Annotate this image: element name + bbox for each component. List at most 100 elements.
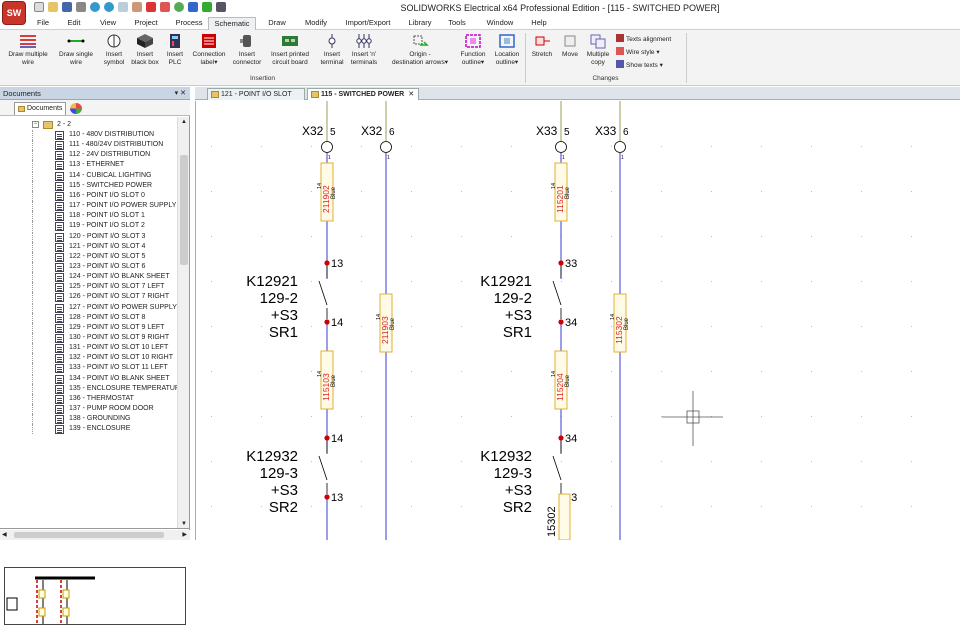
contact-terminal-dot bbox=[558, 260, 564, 266]
tree-document-item[interactable]: 112 - 24V DISTRIBUTION bbox=[0, 150, 177, 161]
draw-single-wire-button[interactable]: Draw single wire bbox=[53, 33, 99, 67]
menu-view[interactable]: View bbox=[94, 17, 122, 30]
tree-document-item[interactable]: 138 - GROUNDING bbox=[0, 414, 177, 425]
grid-dot bbox=[611, 281, 612, 282]
scroll-thumb[interactable] bbox=[180, 155, 188, 265]
tree-document-item[interactable]: 118 - POINT I/O SLOT 1 bbox=[0, 211, 177, 222]
menu-modify[interactable]: Modify bbox=[299, 17, 333, 30]
tree-document-item[interactable]: 121 - POINT I/O SLOT 4 bbox=[0, 241, 177, 252]
tree-document-item[interactable]: 117 - POINT I/O POWER SUPPLY bbox=[0, 201, 177, 212]
tab-documents[interactable]: Documents bbox=[14, 102, 66, 115]
tree-document-item[interactable]: 114 - CUBICAL LIGHTING bbox=[0, 170, 177, 181]
tree-document-item[interactable]: 113 - ETHERNET bbox=[0, 160, 177, 171]
grid-dot bbox=[361, 461, 362, 462]
scroll-right-icon[interactable]: ▶ bbox=[182, 531, 187, 538]
ribbon-button-label: wire bbox=[70, 59, 82, 66]
insert-plc-button[interactable]: Insert PLC bbox=[162, 33, 188, 67]
tree-document-item[interactable]: 110 - 480V DISTRIBUTION bbox=[0, 130, 177, 140]
wire-spec: 14 bbox=[551, 371, 557, 377]
tree-guide-line bbox=[32, 343, 33, 354]
tree-document-item[interactable]: 116 - POINT I/O SLOT 0 bbox=[0, 190, 177, 201]
tree-document-item[interactable]: 131 - POINT I/O SLOT 10 LEFT bbox=[0, 343, 177, 354]
tree-guide-line bbox=[32, 424, 33, 435]
menu-schematic[interactable]: Schematic bbox=[208, 17, 256, 30]
tree-document-item[interactable]: 136 - THERMOSTAT bbox=[0, 393, 177, 404]
tree-document-item[interactable]: 111 - 480/24V DISTRIBUTION bbox=[0, 140, 177, 151]
scroll-up-icon[interactable]: ▲ bbox=[181, 119, 187, 125]
grid-dot bbox=[661, 371, 662, 372]
menu-edit[interactable]: Edit bbox=[58, 17, 90, 30]
menu-help[interactable]: Help bbox=[527, 17, 551, 30]
tree-document-item[interactable]: 137 - PUMP ROOM DOOR bbox=[0, 404, 177, 415]
draw-multiple-wire-button[interactable]: Draw multiple wire bbox=[4, 33, 52, 67]
tree-document-item[interactable]: 128 - POINT I/O SLOT 8 bbox=[0, 312, 177, 323]
tree-document-item[interactable]: 133 - POINT I/O SLOT 11 LEFT bbox=[0, 363, 177, 374]
show-texts-button[interactable]: Show texts ▾ bbox=[616, 60, 663, 69]
grid-dot bbox=[611, 191, 612, 192]
move-button[interactable]: Move bbox=[558, 33, 582, 59]
wire-style-button[interactable]: Wire style ▾ bbox=[616, 47, 660, 56]
schematic-preview-thumbnail[interactable] bbox=[4, 567, 186, 625]
stretch-button[interactable]: Stretch bbox=[528, 33, 556, 59]
grid-dot bbox=[361, 236, 362, 237]
menu-import-export[interactable]: Import/Export bbox=[340, 17, 396, 30]
insert-pcb-button[interactable]: Insert printed circuit board bbox=[265, 33, 315, 67]
tree-folder-row[interactable]: − 2 - 2 bbox=[0, 120, 177, 130]
tree-document-item[interactable]: 134 - POINT I/O BLANK SHEET bbox=[0, 373, 177, 384]
close-tab-icon[interactable]: ✕ bbox=[408, 91, 414, 98]
tree-document-item[interactable]: 124 - POINT I/O BLANK SHEET bbox=[0, 272, 177, 283]
menu-process[interactable]: Process bbox=[170, 17, 208, 30]
function-outline-button[interactable]: Function outline▾ bbox=[457, 33, 489, 67]
tree-document-item[interactable]: 115 - SWITCHED POWER bbox=[0, 180, 177, 191]
tree-document-item[interactable]: 119 - POINT I/O SLOT 2 bbox=[0, 221, 177, 232]
menu-library[interactable]: Library bbox=[402, 17, 438, 30]
collapse-icon[interactable]: − bbox=[32, 121, 39, 128]
document-tab-115[interactable]: 115 - SWITCHED POWER ✕ bbox=[307, 88, 419, 100]
ribbon-button-label: Insert printed bbox=[271, 51, 309, 58]
grid-dot bbox=[361, 146, 362, 147]
move-icon bbox=[561, 33, 579, 49]
insert-black-box-button[interactable]: Insert black box bbox=[128, 33, 162, 67]
menu-project[interactable]: Project bbox=[128, 17, 164, 30]
insert-connector-button[interactable]: Insert connector bbox=[230, 33, 264, 67]
insert-symbol-button[interactable]: Insert symbol bbox=[100, 33, 128, 67]
document-tab-121[interactable]: 121 - POINT I/O SLOT 4✕ bbox=[207, 88, 305, 109]
tree-document-item[interactable]: 125 - POINT I/O SLOT 7 LEFT bbox=[0, 282, 177, 293]
tree-document-item[interactable]: 120 - POINT I/O SLOT 3 bbox=[0, 231, 177, 242]
tree-document-item[interactable]: 127 - POINT I/O POWER SUPPLY bbox=[0, 302, 177, 313]
tree-document-item[interactable]: 123 - POINT I/O SLOT 6 bbox=[0, 261, 177, 272]
connection-label-button[interactable]: Connection label▾ bbox=[188, 33, 230, 67]
multiple-copy-button[interactable]: Multiple copy bbox=[583, 33, 613, 67]
scroll-down-icon[interactable]: ▼ bbox=[181, 521, 187, 527]
grid-dot bbox=[261, 236, 262, 237]
insert-n-terminals-button[interactable]: Insert 'n' terminals bbox=[346, 33, 382, 67]
tree-document-item[interactable]: 126 - POINT I/O SLOT 7 RIGHT bbox=[0, 292, 177, 303]
tree-document-item[interactable]: 130 - POINT I/O SLOT 9 RIGHT bbox=[0, 333, 177, 343]
tree-document-item[interactable]: 122 - POINT I/O SLOT 5 bbox=[0, 251, 177, 262]
grid-dot bbox=[911, 146, 912, 147]
origin-destination-arrows-button[interactable]: Origin - destination arrows▾ bbox=[384, 33, 456, 67]
grid-dot bbox=[461, 191, 462, 192]
tree-document-item[interactable]: 135 - ENCLOSURE TEMPERATURE M bbox=[0, 383, 177, 394]
components-tab-icon[interactable] bbox=[70, 103, 82, 114]
schematic-drawing[interactable]: X32 51X32 61X33 51X33 6121190214Blue21190314… bbox=[196, 101, 960, 541]
scroll-left-icon[interactable]: ◀ bbox=[2, 531, 7, 538]
menu-window[interactable]: Window bbox=[481, 17, 519, 30]
location-outline-button[interactable]: Location outline▾ bbox=[490, 33, 524, 67]
h-scroll-thumb[interactable] bbox=[14, 532, 164, 538]
panel-pin-close-icon[interactable]: ▾ ✕ bbox=[175, 87, 186, 100]
menu-file[interactable]: File bbox=[29, 17, 57, 30]
tree-document-item[interactable]: 129 - POINT I/O SLOT 9 LEFT bbox=[0, 322, 177, 333]
insert-terminal-button[interactable]: Insert terminal bbox=[317, 33, 347, 67]
tree-document-item[interactable]: 132 - POINT I/O SLOT 10 RIGHT bbox=[0, 353, 177, 364]
schematic-canvas[interactable]: X32 5 1 X32 6 1 X33 5 1 X33 6 1 211902 14 Blue 211903 14… bbox=[195, 101, 960, 541]
grid-dot bbox=[361, 506, 362, 507]
tree-document-item[interactable]: 139 - ENCLOSURE bbox=[0, 424, 177, 435]
menu-draw[interactable]: Draw bbox=[262, 17, 292, 30]
texts-alignment-button[interactable]: Texts alignment bbox=[616, 34, 671, 43]
tree-horizontal-scrollbar[interactable]: ◀ ▶ bbox=[0, 530, 190, 540]
menu-tools[interactable]: Tools bbox=[442, 17, 472, 30]
tree-vertical-scrollbar[interactable]: ▲ ▼ bbox=[177, 117, 189, 528]
tree-guide-line bbox=[32, 150, 33, 161]
app-logo[interactable]: SW bbox=[3, 2, 25, 24]
